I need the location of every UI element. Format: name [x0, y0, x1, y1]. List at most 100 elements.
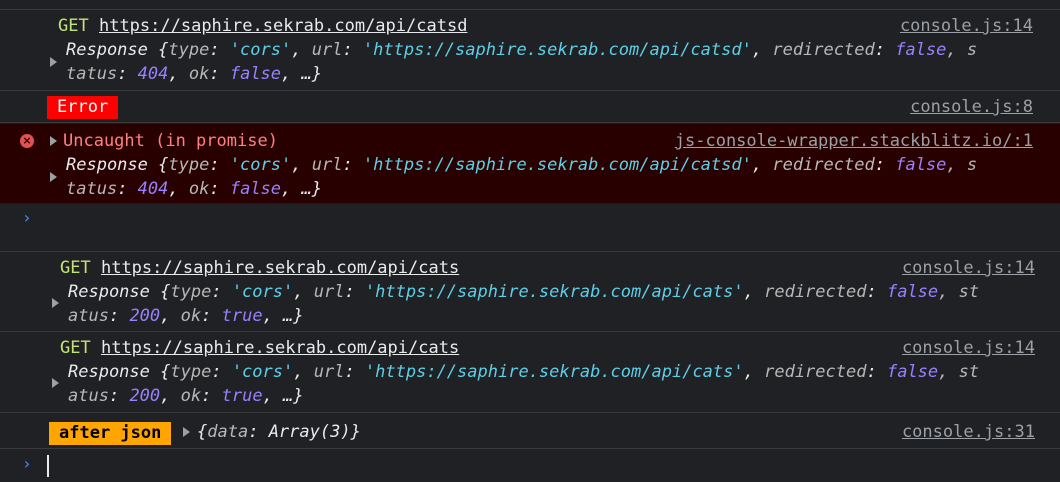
colon: : [866, 282, 887, 302]
request-url[interactable]: https://saphire.sekrab.com/api/cats [101, 258, 459, 278]
prop-value: 'cors' [231, 282, 294, 302]
prop-key: tatus [66, 179, 118, 199]
prop-key: tatus [66, 64, 118, 84]
error-title[interactable]: Uncaught (in promise) [63, 129, 278, 153]
request-url[interactable]: https://saphire.sekrab.com/api/cats [101, 338, 459, 358]
response-object-line-2[interactable]: atus: 200, ok: true, …} [68, 384, 304, 408]
colon: : [201, 386, 222, 406]
colon: : [211, 362, 232, 382]
prop-key: ok [188, 64, 210, 84]
colon: : [248, 422, 269, 442]
source-link[interactable]: js-console-wrapper.stackblitz.io/:1 [675, 129, 1033, 153]
colon: : [874, 40, 896, 60]
brace: { [149, 282, 171, 302]
console-prompt-icon: › [22, 454, 32, 473]
prop-value: 'cors' [229, 155, 292, 175]
prop-key: type [168, 40, 210, 60]
error-message: Uncaught (in promise) [63, 131, 278, 151]
brace: { [147, 40, 169, 60]
source-link[interactable]: console.js:31 [902, 420, 1035, 444]
comma: , [743, 362, 765, 382]
source-link[interactable]: console.js:8 [910, 95, 1033, 119]
colon: : [108, 306, 130, 326]
request-line: GET https://saphire.sekrab.com/api/cats [60, 336, 459, 360]
colon: : [117, 179, 138, 199]
comma: , [751, 40, 773, 60]
object-end: , …} [281, 64, 322, 84]
colon: : [342, 40, 363, 60]
comma: , [743, 282, 765, 302]
prop-key: redirected [772, 40, 875, 60]
prop-value: false [229, 179, 282, 199]
source-link[interactable]: console.js:14 [902, 336, 1035, 360]
response-object-line-1[interactable]: Response {type: 'cors', url: 'https://sa… [66, 153, 977, 177]
prop-value: true [221, 306, 263, 326]
console-message-after-json: after json {data: Array(3)} console.js:3… [0, 413, 1060, 449]
response-object-line-2[interactable]: tatus: 404, ok: false, …} [66, 62, 322, 86]
http-method: GET [58, 16, 89, 36]
request-url[interactable]: https://saphire.sekrab.com/api/catsd [99, 16, 467, 36]
prop-value: false [229, 64, 282, 84]
prop-key: redirected [764, 282, 867, 302]
colon: : [201, 306, 222, 326]
expand-triangle-icon[interactable] [50, 172, 57, 182]
brace: { [147, 155, 169, 175]
response-object-line-2[interactable]: atus: 200, ok: true, …} [68, 304, 304, 328]
prop-key: url [313, 362, 345, 382]
prop-key: data [207, 422, 249, 442]
expand-triangle-icon[interactable] [52, 378, 59, 388]
wrap-tail: , s [946, 155, 978, 175]
colon: : [117, 64, 138, 84]
console-message-get-catsd: GET https://saphire.sekrab.com/api/catsd… [0, 10, 1060, 91]
http-method: GET [60, 338, 91, 358]
colon: : [209, 155, 230, 175]
expand-triangle-icon[interactable] [50, 136, 57, 146]
comma: , [168, 64, 189, 84]
console-message-get-cats: GET https://saphire.sekrab.com/api/cats … [0, 332, 1060, 413]
comma: , [293, 282, 314, 302]
source-link[interactable]: console.js:14 [902, 256, 1035, 280]
wrap-tail: , st [938, 282, 980, 302]
object-end: , …} [262, 386, 304, 406]
prop-value: 'cors' [231, 362, 294, 382]
http-method: GET [60, 258, 91, 278]
response-object-line-1[interactable]: Response {type: 'cors', url: 'https://sa… [68, 280, 979, 304]
prop-value: 'https://saphire.sekrab.com/api/cats' [364, 282, 744, 302]
comma: , [168, 179, 189, 199]
prop-value: 'https://saphire.sekrab.com/api/cats' [364, 362, 744, 382]
text-caret [47, 455, 49, 477]
prop-key: url [311, 40, 343, 60]
expand-triangle-icon[interactable] [52, 298, 59, 308]
colon: : [209, 179, 230, 199]
prop-key: type [170, 282, 212, 302]
data-object-preview[interactable]: {data: Array(3)} [197, 420, 361, 444]
prop-key: atus [68, 386, 109, 406]
object-class: Response [66, 40, 148, 60]
prop-value: false [886, 362, 939, 382]
prop-value: 'https://saphire.sekrab.com/api/catsd' [362, 155, 752, 175]
console-input[interactable]: › [0, 449, 1060, 482]
prop-key: type [170, 362, 212, 382]
colon: : [209, 40, 230, 60]
prop-value: 'cors' [229, 40, 292, 60]
comma: , [160, 306, 181, 326]
response-object-line-1[interactable]: Response {type: 'cors', url: 'https://sa… [66, 38, 977, 62]
request-line: GET https://saphire.sekrab.com/api/catsd [58, 14, 467, 38]
prop-key: ok [180, 306, 202, 326]
comma: , [751, 155, 773, 175]
response-object-line-2[interactable]: tatus: 404, ok: false, …} [66, 177, 322, 201]
expand-triangle-icon[interactable] [183, 427, 190, 437]
console-message-uncaught-error: × Uncaught (in promise) js-console-wrapp… [0, 123, 1060, 204]
brace: { [197, 422, 208, 442]
source-link[interactable]: console.js:14 [900, 14, 1033, 38]
prop-key: ok [188, 179, 210, 199]
expand-triangle-icon[interactable] [50, 57, 57, 67]
comma: , [293, 362, 314, 382]
colon: : [344, 282, 365, 302]
after-json-badge: after json [49, 422, 172, 445]
colon: : [874, 155, 896, 175]
prop-key: atus [68, 306, 109, 326]
colon: : [211, 282, 232, 302]
prop-value: Array(3) [268, 422, 351, 442]
response-object-line-1[interactable]: Response {type: 'cors', url: 'https://sa… [68, 360, 979, 384]
